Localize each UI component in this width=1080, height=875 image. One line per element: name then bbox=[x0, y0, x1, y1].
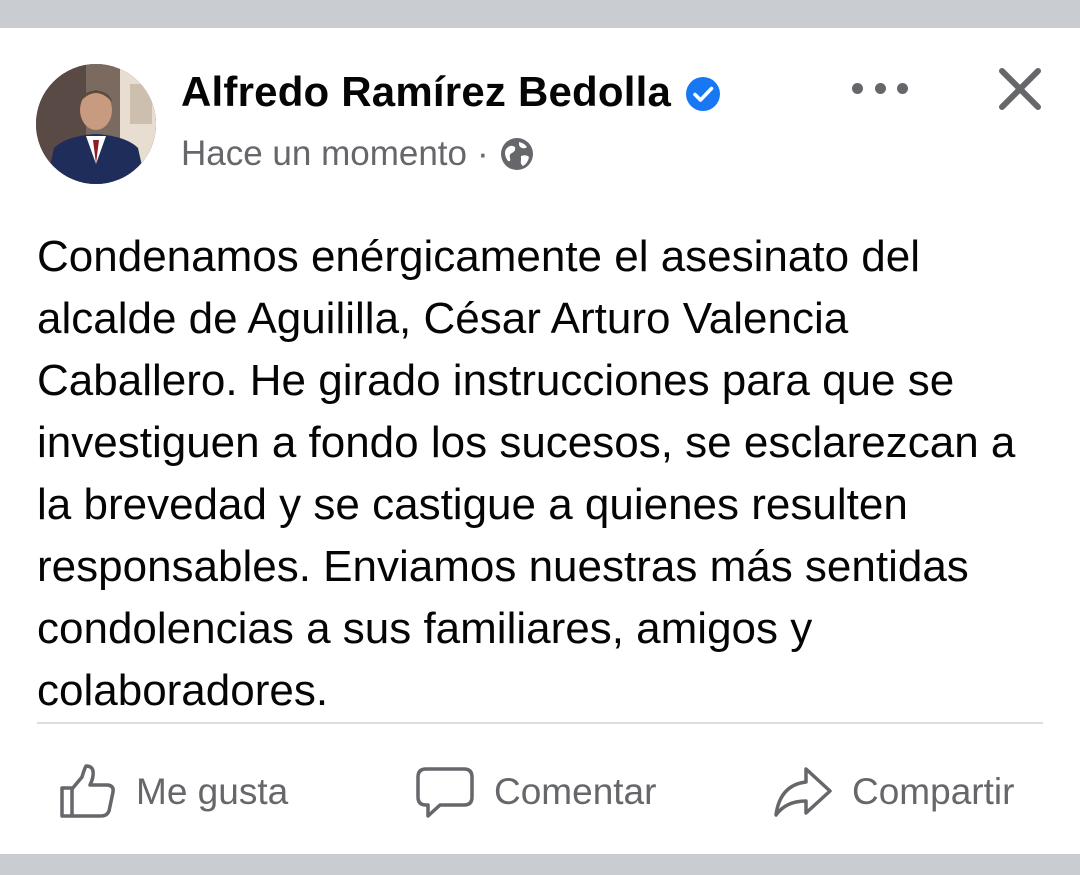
more-options-icon[interactable] bbox=[852, 74, 908, 102]
post-text: Condenamos enérgicamente el asesinato de… bbox=[37, 232, 1016, 715]
post-actions: Me gusta Comentar Compartir bbox=[0, 750, 1080, 834]
post-card: Alfredo Ramírez Bedolla Hace un momento … bbox=[0, 28, 1080, 854]
post-meta: Hace un momento · bbox=[181, 134, 535, 174]
close-icon[interactable] bbox=[994, 63, 1046, 115]
comment-button[interactable]: Comentar bbox=[414, 750, 656, 834]
verified-badge-icon bbox=[685, 74, 721, 111]
like-label: Me gusta bbox=[136, 771, 289, 812]
comment-label: Comentar bbox=[494, 771, 657, 812]
share-button[interactable]: Compartir bbox=[772, 750, 1014, 834]
comment-icon bbox=[414, 761, 476, 823]
globe-icon bbox=[499, 136, 535, 172]
meta-separator: · bbox=[476, 134, 489, 173]
author-line: Alfredo Ramírez Bedolla bbox=[181, 68, 721, 116]
divider bbox=[37, 722, 1043, 724]
author-name[interactable]: Alfredo Ramírez Bedolla bbox=[181, 68, 671, 116]
share-arrow-icon bbox=[772, 761, 834, 823]
post-timestamp[interactable]: Hace un momento bbox=[181, 134, 467, 174]
like-button[interactable]: Me gusta bbox=[56, 750, 288, 834]
avatar[interactable] bbox=[36, 64, 156, 184]
thumbs-up-icon bbox=[56, 761, 118, 823]
share-label: Compartir bbox=[852, 771, 1015, 812]
